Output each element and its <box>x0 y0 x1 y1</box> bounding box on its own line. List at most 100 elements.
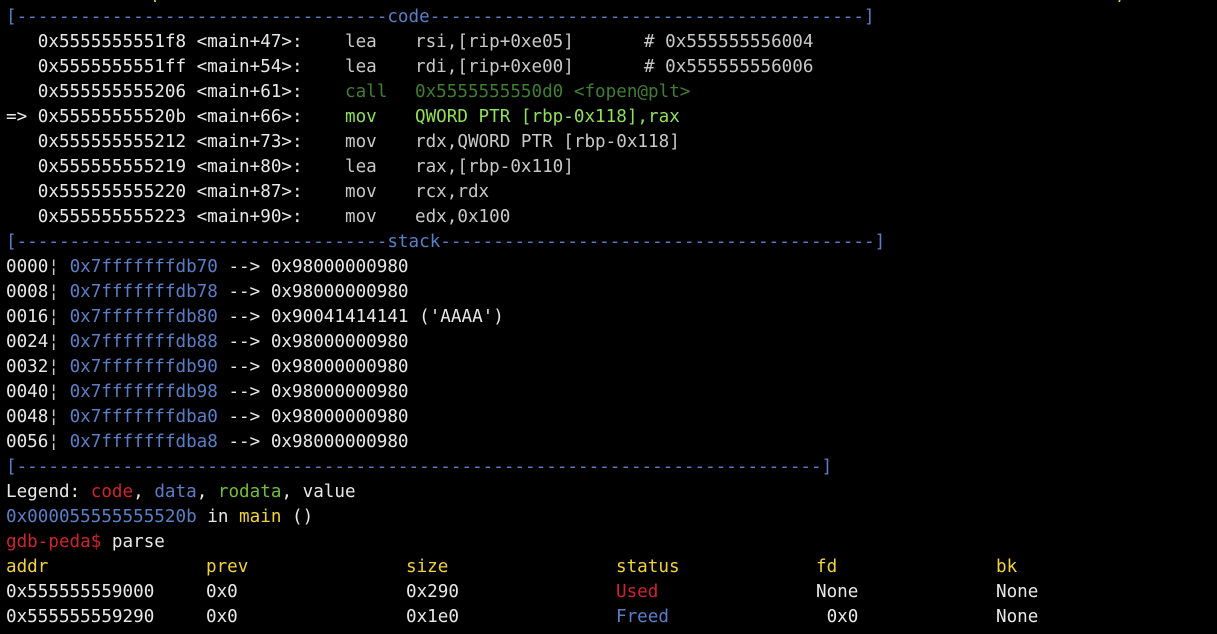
comment: # 0x555555556006 <box>643 57 814 77</box>
instruction-address: 0x555555555219 <box>37 157 187 177</box>
code-line: 0x555555555212 <main+73>: mov rdx,QWORD P… <box>6 130 680 155</box>
operands: rcx,rdx <box>414 182 490 202</box>
line-marker <box>6 32 27 52</box>
stack-address: 0x7fffffffdba8 <box>69 432 218 452</box>
stack-offset: 0008 <box>6 282 49 302</box>
opcode: mov <box>344 207 377 227</box>
opcode: lea <box>344 32 377 52</box>
stack-arrow: --> <box>228 357 261 377</box>
command-prompt[interactable]: gdb-peda$ parse <box>6 530 165 555</box>
location-function: main <box>239 507 282 527</box>
stack-offset: 0016 <box>6 307 49 327</box>
comment: # 0x555555556004 <box>643 32 814 52</box>
column-header-status: status <box>616 557 680 577</box>
line-marker <box>6 132 27 152</box>
instruction-address: 0x5555555551f8 <box>37 32 187 52</box>
opcode: lea <box>344 157 377 177</box>
stack-line: 0056¦ 0x7fffffffdba8 --> 0x98000000980 <box>6 432 409 452</box>
end-separator: [---------------------------------------… <box>6 457 833 477</box>
heap-table-row: 0x555555559290 0x0 0x1e0 Freed 0x0 None <box>0 605 1217 630</box>
code-line: 0x555555555219 <main+80>: lea rax,[rbp-0x… <box>6 155 644 180</box>
cell-addr: 0x555555559290 <box>6 607 155 627</box>
cell-prev: 0x0 <box>206 582 238 602</box>
location-line: 0x000055555555520b in main () <box>6 507 314 527</box>
opcode: mov <box>344 182 377 202</box>
stack-offset: 0056 <box>6 432 49 452</box>
code-line: 0x555555555220 <main+87>: mov rcx,rdx <box>6 180 644 205</box>
code-line: 0x5555555551f8 <main+47>: lea rsi,[rip+0x… <box>6 30 814 55</box>
operands: QWORD PTR [rbp-0x118],rax <box>414 107 680 127</box>
cell-size: 0x1e0 <box>406 607 459 627</box>
stack-line: 0048¦ 0x7fffffffdba0 --> 0x98000000980 <box>6 407 409 427</box>
command-text: parse <box>101 532 165 552</box>
code-line: 0x555555555206 <main+61>: call 0x55555555… <box>6 80 691 105</box>
stack-value: 0x98000000980 <box>270 282 409 302</box>
stack-address: 0x7fffffffdb80 <box>69 307 218 327</box>
stack-value: 0x98000000980 <box>270 407 409 427</box>
line-marker <box>6 157 27 177</box>
operands: rax,[rbp-0x110] <box>414 157 574 177</box>
instruction-symbol: <main+90>: <box>196 207 303 227</box>
location-address: 0x000055555555520b <box>6 507 197 527</box>
stack-address: 0x7fffffffdb90 <box>69 357 218 377</box>
stack-offset: 0024 <box>6 332 49 352</box>
operands: rdx,QWORD PTR [rbp-0x118] <box>414 132 680 152</box>
stack-line: 0016¦ 0x7fffffffdb80 --> 0x90041414141 (… <box>6 307 504 327</box>
stack-offset: 0000 <box>6 257 49 277</box>
cell-size: 0x290 <box>406 582 459 602</box>
operands: edx,0x100 <box>414 207 511 227</box>
legend-data: data <box>154 482 197 502</box>
stack-address: 0x7fffffffdba0 <box>69 407 218 427</box>
instruction-symbol: <main+47>: <box>196 32 303 52</box>
operands: rdi,[rip+0xe00] <box>414 57 574 77</box>
line-marker <box>6 82 27 102</box>
opcode: call <box>344 82 388 102</box>
stack-arrow: --> <box>228 432 261 452</box>
instruction-address: 0x5555555551ff <box>37 57 187 77</box>
instruction-symbol: <main+66>: <box>196 107 303 127</box>
cell-fd: 0x0 <box>816 607 859 627</box>
cell-status: Used <box>616 582 659 602</box>
code-line: => 0x55555555520b <main+66>: mov QWORD PT… <box>6 105 680 130</box>
cell-prev: 0x0 <box>206 607 238 627</box>
column-header-bk: bk <box>996 557 1018 577</box>
column-header-fd: fd <box>816 557 838 577</box>
stack-arrow: --> <box>228 307 261 327</box>
terminal-window[interactable]: ( ) [-----------------------------------… <box>0 0 1217 634</box>
stack-arrow: --> <box>228 382 261 402</box>
legend-code: code <box>90 482 134 502</box>
code-separator: [-----------------------------------code… <box>6 7 875 27</box>
stack-line: 0024¦ 0x7fffffffdb88 --> 0x98000000980 <box>6 332 409 352</box>
stack-line: 0008¦ 0x7fffffffdb78 --> 0x98000000980 <box>6 282 409 302</box>
stack-line: 0032¦ 0x7fffffffdb90 --> 0x98000000980 <box>6 357 409 377</box>
stack-arrow: --> <box>228 282 261 302</box>
legend-line: Legend: code, data, rodata, value <box>6 482 356 502</box>
line-marker <box>6 207 27 227</box>
column-header-size: size <box>406 557 449 577</box>
prompt-label: gdb-peda$ <box>6 532 102 552</box>
stack-value: 0x98000000980 <box>270 357 409 377</box>
instruction-symbol: <main+73>: <box>196 132 303 152</box>
cell-bk: None <box>996 607 1039 627</box>
stack-value: 0x98000000980 <box>270 257 409 277</box>
instruction-symbol: <main+80>: <box>196 157 303 177</box>
line-marker <box>6 57 27 77</box>
column-header-prev: prev <box>206 557 249 577</box>
stack-line: 0000¦ 0x7fffffffdb70 --> 0x98000000980 <box>6 257 409 277</box>
legend-value: value <box>302 482 356 502</box>
cell-addr: 0x555555559000 <box>6 582 155 602</box>
operands: 0x5555555550d0 <fopen@plt> <box>414 82 691 102</box>
operands: rsi,[rip+0xe05] <box>414 32 574 52</box>
instruction-symbol: <main+87>: <box>196 182 303 202</box>
opcode: mov <box>344 132 377 152</box>
stack-offset: 0032 <box>6 357 49 377</box>
stack-address: 0x7fffffffdb78 <box>69 282 218 302</box>
stack-line: 0040¦ 0x7fffffffdb98 --> 0x98000000980 <box>6 382 409 402</box>
instruction-address: 0x555555555212 <box>37 132 187 152</box>
cell-status: Freed <box>616 607 669 627</box>
instruction-symbol: <main+54>: <box>196 57 303 77</box>
stack-arrow: --> <box>228 407 261 427</box>
stack-value: 0x90041414141 ('AAAA') <box>270 307 504 327</box>
stack-offset: 0040 <box>6 382 49 402</box>
column-header-addr: addr <box>6 557 49 577</box>
